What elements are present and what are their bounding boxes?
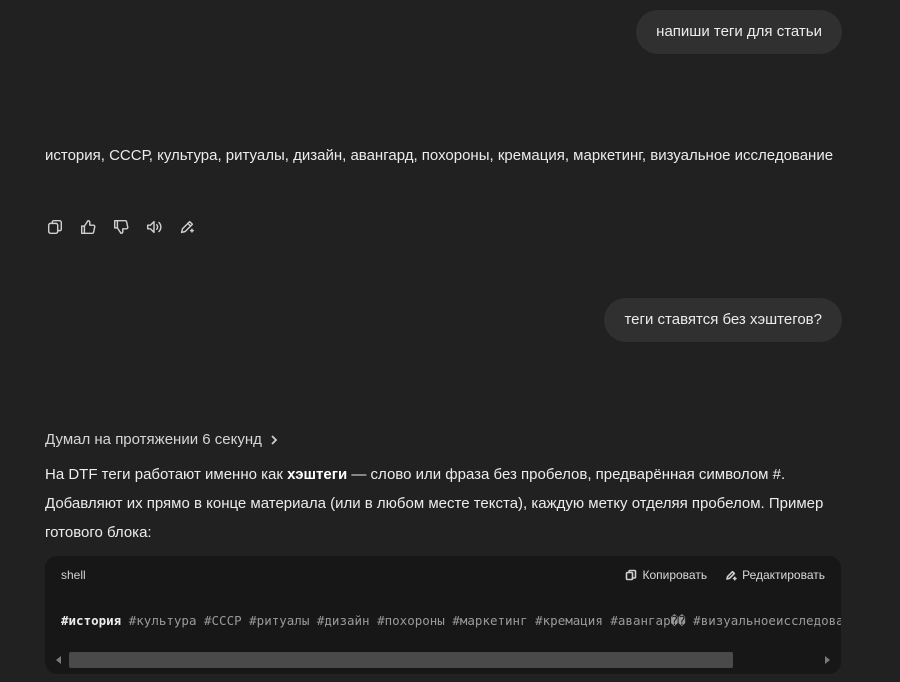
edit-icon	[180, 220, 195, 234]
assistant-message-1: история, СССР, культура, ритуалы, дизайн…	[45, 147, 834, 164]
thumbs-down-icon	[113, 219, 129, 235]
scroll-thumb[interactable]	[69, 652, 733, 668]
arrow-left-icon	[56, 656, 61, 664]
dislike-button[interactable]	[111, 216, 131, 238]
answer-bold-text: хэштеги	[287, 466, 348, 483]
edit-icon	[726, 570, 737, 581]
assistant-message-2: На DTF теги работают именно как хэштеги …	[45, 460, 845, 547]
horizontal-scrollbar[interactable]	[53, 650, 833, 670]
edit-code-label: Редактировать	[742, 568, 825, 582]
edit-canvas-button[interactable]	[177, 216, 197, 238]
thought-toggle[interactable]: Думал на протяжении 6 секунд	[45, 429, 280, 451]
code-header: shell Копировать Редактировать	[45, 556, 841, 594]
like-button[interactable]	[78, 216, 98, 238]
speaker-icon	[146, 220, 162, 234]
message-actions	[45, 216, 197, 238]
code-language: shell	[61, 568, 86, 582]
code-content: #история #культура #СССР #ритуалы #дизай…	[45, 594, 841, 646]
copy-code-button[interactable]: Копировать	[625, 568, 707, 582]
user-message-2: теги ставятся без хэштегов?	[604, 298, 842, 342]
scroll-right-button[interactable]	[821, 650, 833, 670]
copy-icon	[626, 569, 637, 581]
copy-button[interactable]	[45, 216, 65, 238]
code-first-tag: #история	[61, 612, 122, 628]
code-rest-tags: #культура #СССР #ритуалы #дизайн #похоро…	[121, 612, 841, 628]
chevron-right-icon	[271, 435, 278, 445]
thumbs-up-icon	[80, 219, 96, 235]
arrow-right-icon	[825, 656, 830, 664]
edit-code-button[interactable]: Редактировать	[725, 568, 825, 582]
thought-label: Думал на протяжении 6 секунд	[45, 431, 262, 448]
scroll-left-button[interactable]	[53, 650, 65, 670]
answer-text-1: На DTF теги работают именно как	[45, 466, 288, 483]
scroll-track[interactable]	[65, 652, 821, 668]
user-message-1: напиши теги для статьи	[636, 10, 842, 54]
read-aloud-button[interactable]	[144, 216, 164, 238]
code-block: shell Копировать Редактировать #история …	[45, 556, 841, 674]
copy-icon	[47, 219, 63, 235]
copy-code-label: Копировать	[642, 568, 708, 582]
